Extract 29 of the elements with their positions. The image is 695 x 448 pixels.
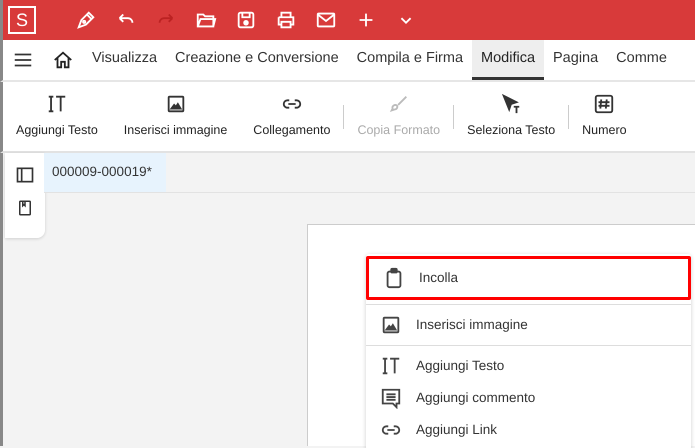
- toolbar-button[interactable]: Collegamento: [240, 93, 344, 140]
- toolbar-button[interactable]: Inserisci immagine: [110, 93, 240, 140]
- toolbar-button[interactable]: Aggiungi Testo: [3, 93, 111, 140]
- cursor-text-icon: [500, 93, 522, 116]
- bookmark-icon[interactable]: [16, 199, 34, 217]
- pen-icon[interactable]: [75, 9, 97, 31]
- sidebar-icon[interactable]: [15, 165, 35, 185]
- toolbar-button[interactable]: Numero: [569, 93, 640, 140]
- menu-item[interactable]: Aggiungi Testo: [366, 350, 691, 382]
- print-icon[interactable]: [275, 9, 297, 31]
- text-tool-icon: [380, 355, 402, 377]
- tab[interactable]: Creazione e Conversione: [166, 40, 348, 80]
- tab[interactable]: Modifica: [472, 40, 544, 80]
- document-tab[interactable]: 000009-000019*: [44, 153, 166, 192]
- menu-item[interactable]: Incolla: [366, 256, 691, 300]
- menu-item[interactable]: Aggiungi Link: [366, 414, 691, 446]
- tab[interactable]: Pagina: [544, 40, 608, 80]
- tab[interactable]: Comme: [607, 40, 676, 80]
- save-icon[interactable]: [235, 9, 257, 31]
- app-logo: S: [8, 6, 36, 34]
- toolbar-button[interactable]: Seleziona Testo: [454, 93, 568, 140]
- image-icon: [380, 314, 402, 336]
- comment-icon: [380, 387, 402, 409]
- home-icon[interactable]: [52, 49, 74, 71]
- tab[interactable]: Compila e Firma: [348, 40, 472, 80]
- menu-item[interactable]: Inserisci immagine: [366, 309, 691, 341]
- tab[interactable]: Visualizza: [83, 40, 166, 80]
- menu-item[interactable]: Aggiungi commento: [366, 382, 691, 414]
- hash-icon: [593, 93, 616, 116]
